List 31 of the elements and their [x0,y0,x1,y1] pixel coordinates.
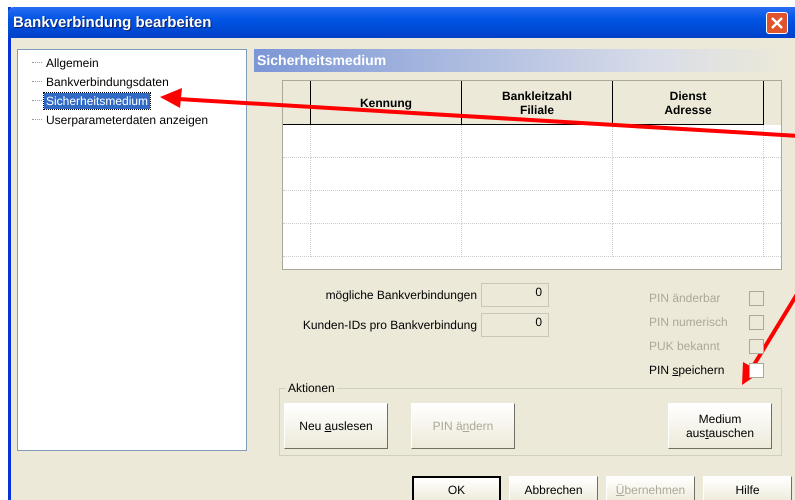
checkbox-label: PIN speichern [649,363,726,377]
checkbox[interactable] [749,362,764,378]
action-button[interactable]: Neu auslesen [284,403,388,449]
checkbox-label: PUK bekannt [649,339,721,353]
column-header: Dienst Adresse [613,81,764,125]
table-cell [283,158,311,191]
table-cell [283,191,311,224]
dialog-button[interactable]: Abbrechen [509,476,598,500]
field-label: mögliche Bankverbindungen [326,288,477,302]
close-button[interactable] [766,12,788,34]
header-cell [764,81,781,125]
dialog-button[interactable]: OK [412,476,501,500]
tree-item[interactable]: Userparameterdaten anzeigen [44,112,210,128]
checkbox-label: PIN änderbar [649,291,722,305]
checkbox-label: PIN numerisch [649,315,729,329]
number-field[interactable]: 0 [481,313,549,337]
tree-item[interactable]: Bankverbindungsdaten [44,74,171,90]
field-label: Kunden-IDs pro Bankverbindung [302,318,477,332]
window-title: Bankverbindung bearbeiten [13,14,212,31]
tree-item[interactable]: Allgemein [44,54,101,70]
number-field[interactable]: 0 [481,283,549,307]
column-header: Kennung [311,81,462,125]
close-icon [770,16,784,30]
table-cell [283,125,311,158]
header-cell [283,81,311,125]
tree-item[interactable]: Sicherheitsmedium [44,92,150,108]
group-title: Aktionen [286,381,337,395]
dialog-button[interactable]: Hilfe [703,476,792,500]
column-header: Bankleitzahl Filiale [462,81,613,125]
table-cell [283,224,311,257]
action-button[interactable]: Medium austauschen [668,403,772,449]
